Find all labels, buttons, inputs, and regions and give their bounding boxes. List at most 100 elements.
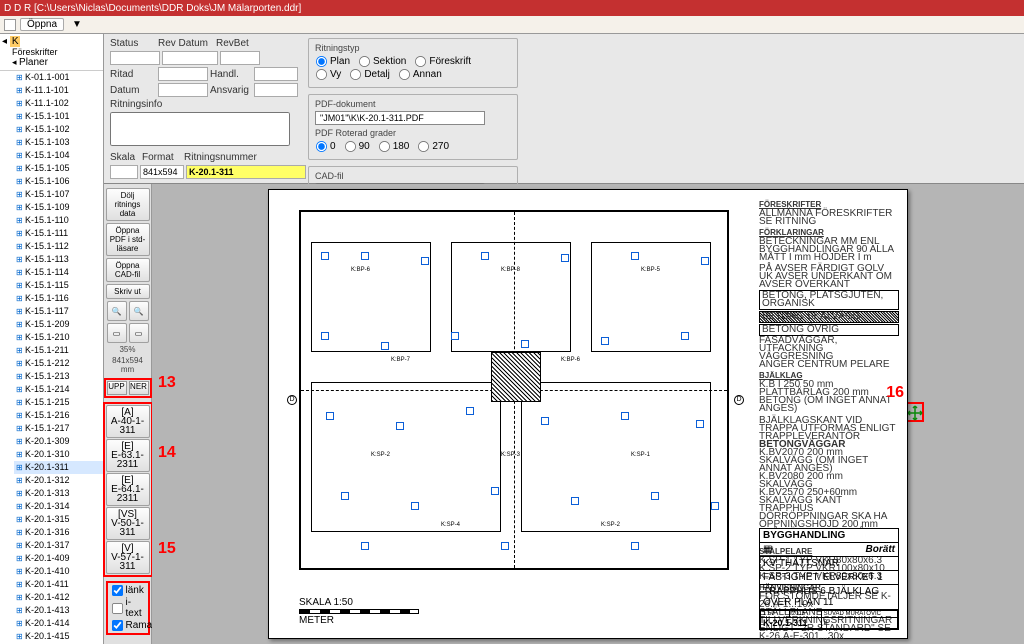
tree-item[interactable]: K-20.1-316 [14,526,103,539]
open-cad-button[interactable]: Öppna CAD-fil [106,258,150,282]
component-marker[interactable] [701,257,709,265]
tree-item[interactable]: K-15.1-209 [14,318,103,331]
radio-plan[interactable]: Plan [315,55,350,68]
page-button-2[interactable]: ▭ [129,323,149,343]
tree-item[interactable]: K-15.1-112 [14,240,103,253]
tree-item[interactable]: K-15.1-116 [14,292,103,305]
component-marker[interactable] [321,252,329,260]
tree-item[interactable]: K-11.1-101 [14,84,103,97]
component-marker[interactable] [361,542,369,550]
rot-90[interactable]: 90 [344,140,370,153]
radio-foreskrift[interactable]: Föreskrift [414,55,471,68]
tree-item[interactable]: K-20.1-411 [14,578,103,591]
pdf-path[interactable]: "JM01"\K\K-20.1-311.PDF [315,111,485,125]
component-marker[interactable] [681,332,689,340]
component-marker[interactable] [561,254,569,262]
upp-button[interactable]: UPP [107,381,127,395]
tree-item[interactable]: K-20.1-309 [14,435,103,448]
print-button[interactable]: Skriv ut [106,284,150,299]
ansvarig-field[interactable] [254,83,298,97]
zoom-in-button[interactable]: 🔍 [107,301,127,321]
component-marker[interactable] [711,502,719,510]
component-marker[interactable] [621,412,629,420]
component-marker[interactable] [521,340,529,348]
recent-dropdown[interactable]: ▼ [72,19,82,30]
component-marker[interactable] [451,332,459,340]
tree-item[interactable]: K-20.1-415 [14,630,103,643]
tree-item[interactable]: K-15.1-106 [14,175,103,188]
tree-item[interactable]: K-20.1-317 [14,539,103,552]
component-marker[interactable] [326,412,334,420]
component-marker[interactable] [571,497,579,505]
chk-lank[interactable]: länk [109,584,147,597]
ref-drawing-button[interactable]: [E]E-63.1-2311 [106,439,150,472]
tree-item[interactable]: K-20.1-409 [14,552,103,565]
rot-0[interactable]: 0 [315,140,336,153]
component-marker[interactable] [396,422,404,430]
status-field[interactable] [110,51,160,65]
chk-ramar[interactable]: Ramar [109,619,147,632]
radio-vy[interactable]: Vy [315,68,341,81]
tree-item[interactable]: K-15.1-212 [14,357,103,370]
move-icon[interactable] [907,405,923,421]
tree-item[interactable]: K-20.1-410 [14,565,103,578]
ref-drawing-button[interactable]: [V]V-57-1-311 [106,541,150,574]
tree-item[interactable]: K-01.1-001 [14,71,103,84]
ner-button[interactable]: NER [129,381,149,395]
revbet-field[interactable] [220,51,260,65]
tree-item[interactable]: K-15.1-113 [14,253,103,266]
tree-item[interactable]: K-15.1-101 [14,110,103,123]
component-marker[interactable] [321,332,329,340]
rot-180[interactable]: 180 [378,140,410,153]
component-marker[interactable] [381,342,389,350]
ritnr-field[interactable] [186,165,306,179]
datum-field[interactable] [158,83,208,97]
component-marker[interactable] [501,542,509,550]
open-pdf-button[interactable]: Öppna PDF i std-läsare [106,223,150,256]
component-marker[interactable] [341,492,349,500]
tree-item[interactable]: K-15.1-111 [14,227,103,240]
component-marker[interactable] [361,252,369,260]
tree-item[interactable]: K-15.1-104 [14,149,103,162]
format-field[interactable] [140,165,184,179]
component-marker[interactable] [631,542,639,550]
component-marker[interactable] [421,257,429,265]
ritad-field[interactable] [158,67,208,81]
ref-drawing-button[interactable]: [A]A-40-1-311 [106,405,150,438]
component-marker[interactable] [466,407,474,415]
radio-sektion[interactable]: Sektion [358,55,406,68]
ref-drawing-button[interactable]: [VS]V-50-1-311 [106,507,150,540]
tree-item[interactable]: K-20.1-413 [14,604,103,617]
component-marker[interactable] [601,337,609,345]
chk-itext[interactable]: i-text [109,597,147,619]
tree-item[interactable]: K-20.1-312 [14,474,103,487]
tree-item[interactable]: K-20.1-314 [14,500,103,513]
skala-field[interactable] [110,165,138,179]
tree-item[interactable]: K-15.1-216 [14,409,103,422]
page-button-1[interactable]: ▭ [107,323,127,343]
tree-item[interactable]: K-20.1-414 [14,617,103,630]
tree-item[interactable]: K-15.1-217 [14,422,103,435]
tree-item[interactable]: K-20.1-315 [14,513,103,526]
radio-detalj[interactable]: Detalj [349,68,390,81]
tree-item[interactable]: K-11.1-102 [14,97,103,110]
tree-node-foreskrifter[interactable]: Föreskrifter [2,47,101,57]
tree-item[interactable]: K-15.1-211 [14,344,103,357]
tree-item[interactable]: K-15.1-109 [14,201,103,214]
tree-item[interactable]: K-20.1-310 [14,448,103,461]
component-marker[interactable] [651,492,659,500]
tree-item[interactable]: K-20.1-412 [14,591,103,604]
ref-drawing-button[interactable]: [E]E-64.1-2311 [106,473,150,506]
tree-item[interactable]: K-15.1-210 [14,331,103,344]
open-button[interactable]: Öppna [20,18,64,31]
radio-annan[interactable]: Annan [398,68,442,81]
tree-item[interactable]: K-15.1-117 [14,305,103,318]
component-marker[interactable] [411,502,419,510]
tree-node-planer[interactable]: ◂ Planer [2,57,101,68]
hide-data-button[interactable]: Dölj ritnings data [106,188,150,221]
tree-item[interactable]: K-15.1-102 [14,123,103,136]
tree-item[interactable]: K-15.1-213 [14,370,103,383]
tree-items[interactable]: K-01.1-001K-11.1-101K-11.1-102K-15.1-101… [0,71,103,644]
tree-item[interactable]: K-15.1-115 [14,279,103,292]
tree-root[interactable]: ◂ K Föreskrifter ◂ Planer [0,34,103,71]
